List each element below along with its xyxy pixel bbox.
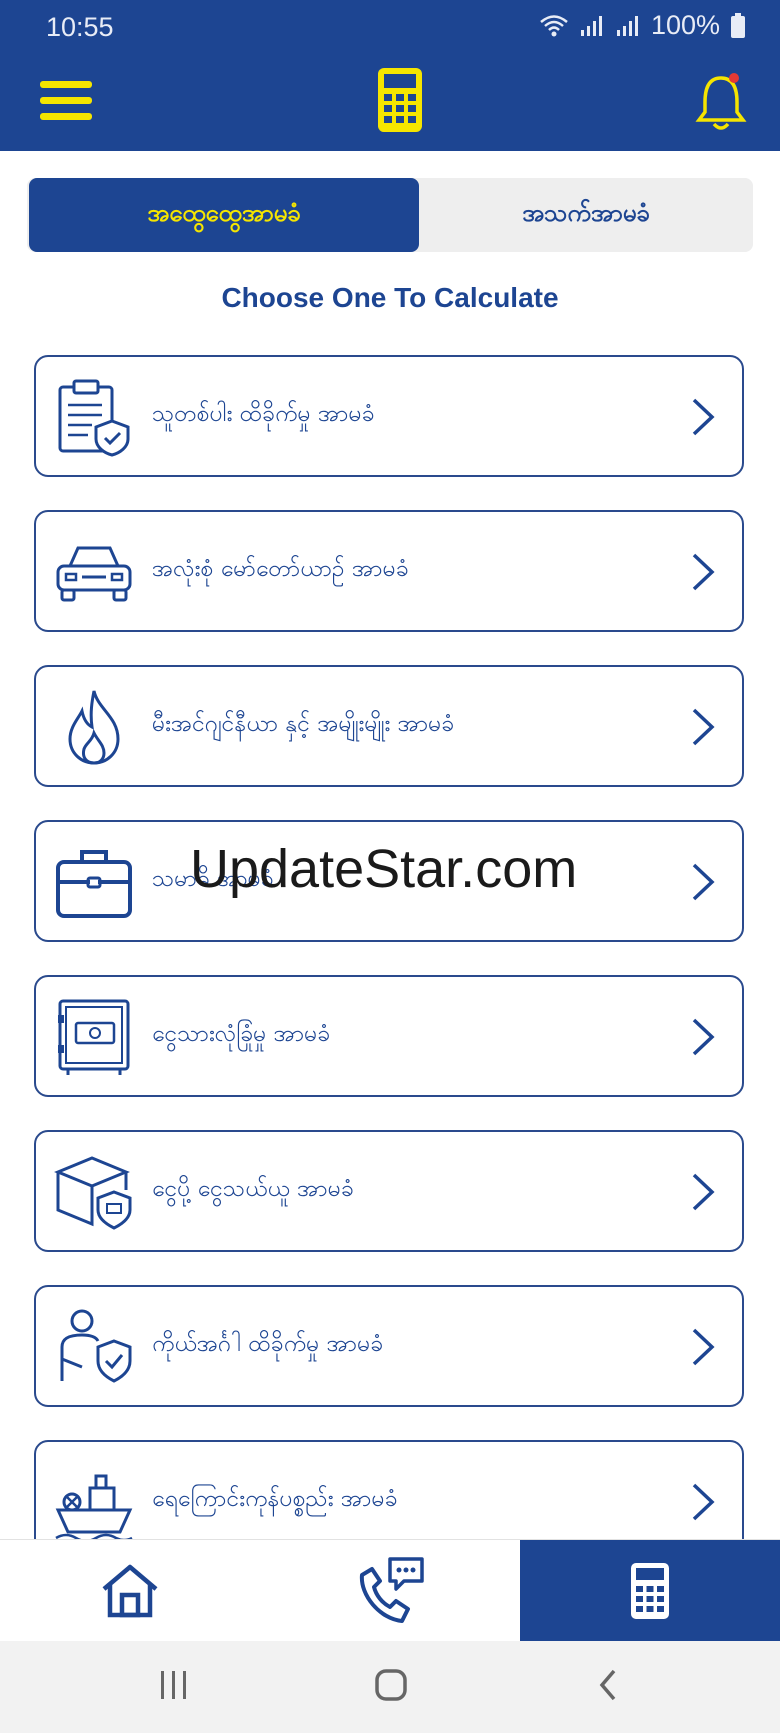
- insurance-type-tabs: အထွေထွေအာမခံ အသက်အာမခံ: [27, 178, 753, 252]
- chevron-right-icon: [692, 553, 715, 591]
- safe-icon: [58, 999, 130, 1075]
- calculator-icon: [631, 1563, 669, 1619]
- tab-life-insurance[interactable]: အသက်အာမခံ: [419, 178, 753, 252]
- list-item-label: ငွေပို့ ငွေသယ်ယူ အာမခံ: [152, 1176, 354, 1202]
- bottom-navigation: [0, 1539, 780, 1642]
- list-item-label: မီးအင်ဂျင်နီယာ နှင့် အမျိုးမျိုး အာမခံ: [152, 711, 455, 737]
- chevron-right-icon: [692, 1328, 715, 1366]
- car-icon: [56, 546, 132, 602]
- chevron-right-icon: [692, 708, 715, 746]
- back-icon[interactable]: [596, 1667, 620, 1703]
- nav-contact[interactable]: [260, 1540, 520, 1642]
- battery-icon: [731, 12, 745, 38]
- briefcase-icon: [56, 850, 132, 918]
- wifi-icon: [540, 14, 568, 36]
- list-item-motor[interactable]: အလုံးစုံ မော်တော်ယာဥ် အာမခံ: [34, 510, 744, 632]
- list-item-cash-security[interactable]: ငွေသားလုံခြုံမှု အာမခံ: [34, 975, 744, 1097]
- calculator-logo-icon: [378, 68, 422, 132]
- ship-icon: [55, 1474, 133, 1542]
- tab-general-insurance[interactable]: အထွေထွေအာမခံ: [29, 178, 419, 252]
- notification-bell-icon[interactable]: [694, 70, 748, 134]
- nav-calculator[interactable]: [520, 1540, 780, 1642]
- chevron-right-icon: [692, 1018, 715, 1056]
- list-item-label: အလုံးစုံ မော်တော်ယာဥ် အာမခံ: [152, 556, 409, 582]
- recent-apps-icon[interactable]: [158, 1667, 190, 1703]
- home-icon: [102, 1564, 158, 1618]
- clipboard-shield-icon: [58, 379, 130, 457]
- list-item-personal-accident[interactable]: ကိုယ်အင်္ဂါ ထိခိုက်မှု အာမခံ: [34, 1285, 744, 1407]
- home-button-icon[interactable]: [374, 1667, 408, 1703]
- box-shield-icon: [54, 1156, 132, 1230]
- nav-home[interactable]: [0, 1540, 260, 1642]
- menu-icon[interactable]: [38, 78, 94, 124]
- list-item-cash-in-transit[interactable]: ငွေပို့ ငွေသယ်ယူ အာမခံ: [34, 1130, 744, 1252]
- list-item-label: ကိုယ်အင်္ဂါ ထိခိုက်မှု အာမခံ: [152, 1331, 384, 1357]
- page-heading: Choose One To Calculate: [221, 282, 559, 313]
- list-item-label: သူတစ်ပါး ထိခိုက်မှု အာမခံ: [152, 401, 375, 427]
- chevron-right-icon: [692, 863, 715, 901]
- person-shield-icon: [60, 1309, 132, 1383]
- battery-level: 100%: [650, 10, 720, 40]
- list-item-third-party[interactable]: သူတစ်ပါး ထိခိုက်မှု အာမခံ: [34, 355, 744, 477]
- chevron-right-icon: [692, 398, 715, 436]
- status-time: 10:55: [46, 12, 114, 42]
- signal-icon: [580, 15, 602, 36]
- app-bar: [0, 58, 780, 151]
- watermark: UpdateStar.com: [190, 839, 578, 899]
- list-item-fire-engineering[interactable]: မီးအင်ဂျင်နီယာ နှင့် အမျိုးမျိုး အာမခံ: [34, 665, 744, 787]
- chevron-right-icon: [692, 1483, 715, 1521]
- list-item-label: ငွေသားလုံခြုံမှု အာမခံ: [152, 1021, 331, 1047]
- status-icons: 100%: [539, 10, 746, 41]
- chevron-right-icon: [692, 1173, 715, 1211]
- flame-icon: [68, 690, 120, 765]
- status-bar: 10:55 100%: [0, 0, 780, 58]
- signal-icon-2: [616, 15, 638, 36]
- phone-chat-icon: [359, 1557, 424, 1623]
- system-navigation-bar: [0, 1641, 780, 1733]
